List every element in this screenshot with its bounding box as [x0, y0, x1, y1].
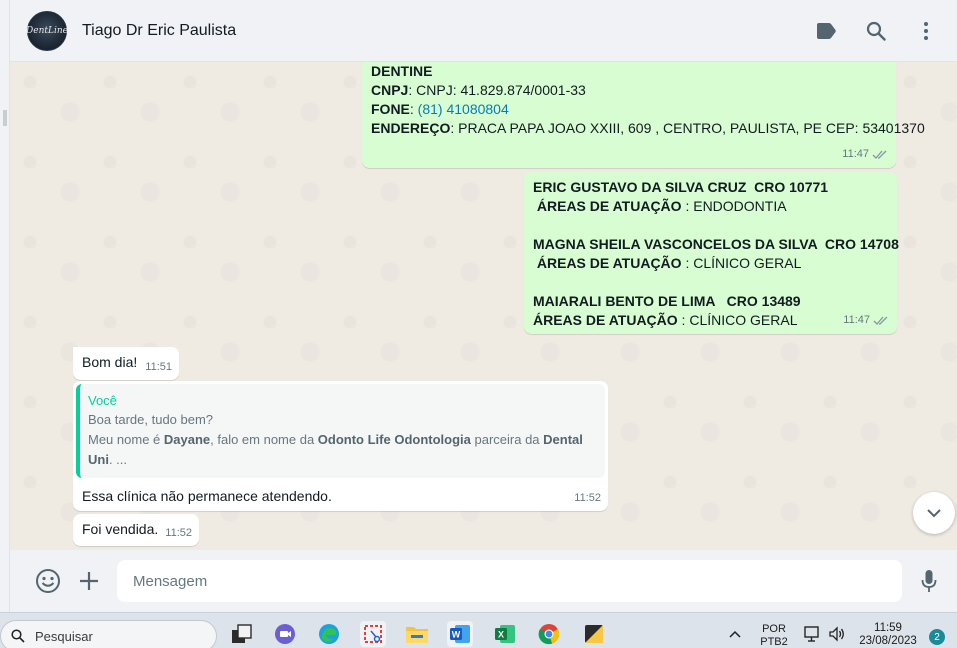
dentist-1-name: ERIC GUSTAVO DA SILVA CRUZ CRO 10771 [533, 179, 829, 195]
quote-bold: Dental [543, 432, 583, 447]
clock-date: 23/08/2023 [859, 635, 917, 647]
quote-bold: Dayane [163, 432, 211, 447]
message-bom-dia[interactable]: Bom dia! 11:51 [73, 347, 179, 380]
message-time: 11:47 [843, 314, 870, 326]
address-label: ENDEREÇO [371, 120, 451, 136]
fone-label: FONE [371, 101, 410, 117]
chat-header[interactable]: DentLine Tiago Dr Eric Paulista [10, 0, 957, 62]
excel-icon[interactable]: X [492, 621, 518, 647]
cnpj-value: : CNPJ: 41.829.874/0001-33 [408, 82, 586, 98]
quote-line-1: Boa tarde, tudo bem? [88, 412, 214, 427]
double-check-icon [872, 150, 887, 159]
quote-part: . ... [108, 452, 128, 467]
cnpj-label: CNPJ [371, 82, 409, 98]
chrome-icon[interactable] [536, 621, 562, 647]
task-view-icon[interactable] [229, 621, 255, 647]
search-icon [11, 629, 25, 643]
keyboard-layout: PTB2 [760, 636, 788, 648]
composer [10, 550, 957, 612]
microphone-icon[interactable] [915, 567, 943, 595]
svg-text:W: W [452, 630, 461, 640]
clinic-name: DENTINE [371, 63, 433, 79]
lang-code: POR [762, 623, 786, 635]
message-text: Foi vendida. [82, 521, 159, 537]
notification-badge[interactable]: 2 [929, 629, 945, 645]
network-icon[interactable] [802, 621, 824, 647]
word-icon[interactable]: W [447, 621, 473, 647]
message-clinic-info[interactable]: DENTINE CNPJ: CNPJ: 41.829.874/0001-33 F… [362, 62, 925, 168]
fone-sep: : [409, 101, 418, 117]
message-input[interactable] [117, 560, 902, 602]
message-time: 11:52 [165, 527, 192, 539]
attach-plus-icon[interactable] [75, 567, 103, 595]
edge-browser-icon[interactable] [316, 621, 342, 647]
volume-icon[interactable] [826, 621, 848, 647]
avatar[interactable]: DentLine [26, 10, 68, 51]
quote-bold: Uni [88, 452, 109, 467]
taskbar-search[interactable]: Pesquisar [0, 620, 217, 648]
input-language[interactable]: POR PTB2 [756, 623, 792, 648]
quote-author: Você [88, 393, 117, 408]
double-check-icon [873, 316, 888, 325]
emoji-icon[interactable] [34, 567, 62, 595]
contact-name[interactable]: Tiago Dr Eric Paulista [82, 22, 236, 40]
system-clock[interactable]: 11:59 23/08/2023 [852, 622, 924, 648]
message-dentist-list[interactable]: ERIC GUSTAVO DA SILVA CRUZ CRO 10771 ÁRE… [524, 172, 899, 334]
message-reply[interactable]: Você Boa tarde, tudo bem? Meu nome é Day… [73, 381, 608, 511]
teams-chat-icon[interactable] [272, 621, 298, 647]
left-panel-edge [0, 0, 10, 612]
quote-part: Meu nome é [88, 432, 164, 447]
dentist-2-area: : CLÍNICO GERAL [681, 255, 802, 271]
dentist-3-area-label: ÁREAS DE ATUAÇÃO [533, 312, 678, 328]
sticky-notes-icon[interactable] [581, 621, 607, 647]
message-time: 11:47 [842, 148, 869, 160]
scroll-marker [3, 110, 7, 126]
dentist-1-area: : ENDODONTIA [681, 198, 787, 214]
quote-bold: Odonto Life Odontologia [317, 432, 471, 447]
message-list[interactable]: DENTINE CNPJ: CNPJ: 41.829.874/0001-33 F… [10, 62, 957, 550]
dentist-1-area-label: ÁREAS DE ATUAÇÃO [533, 198, 682, 214]
address-value: : PRACA PAPA JOAO XXIII, 609 , CENTRO, P… [450, 120, 925, 136]
quote-part: parceira da [470, 432, 544, 447]
dentist-2-name: MAGNA SHEILA VASCONCELOS DA SILVA CRO 14… [533, 236, 899, 252]
chevron-up-icon[interactable] [724, 621, 746, 647]
avatar-text: DentLine [26, 25, 68, 36]
message-time: 11:51 [145, 361, 172, 373]
svg-text:X: X [498, 630, 504, 640]
chevron-down-icon [927, 509, 941, 518]
dentist-2-area-label: ÁREAS DE ATUAÇÃO [533, 255, 682, 271]
phone-link[interactable]: (81) 41080804 [418, 101, 509, 117]
message-time: 11:52 [574, 492, 601, 504]
message-text: Bom dia! [82, 354, 138, 370]
clock-time: 11:59 [874, 622, 902, 634]
dentist-3-name: MAIARALI BENTO DE LIMA CRO 13489 [533, 293, 801, 309]
search-icon[interactable] [863, 18, 889, 44]
search-label: Pesquisar [35, 628, 93, 644]
snipping-tool-icon[interactable] [360, 621, 386, 647]
dentist-3-area: : CLÍNICO GERAL [677, 312, 798, 328]
quoted-message[interactable]: Você Boa tarde, tudo bem? Meu nome é Day… [76, 384, 605, 478]
os-taskbar: Pesquisar W X POR PTB2 11:59 23/08/2023 [0, 612, 957, 648]
file-explorer-icon[interactable] [404, 621, 430, 647]
message-text: Essa clínica não permanece atendendo. [82, 488, 332, 504]
menu-icon[interactable] [913, 18, 939, 44]
quote-part: , falo em nome da [210, 432, 318, 447]
label-icon[interactable] [813, 18, 839, 44]
message-foi-vendida[interactable]: Foi vendida. 11:52 [73, 514, 199, 546]
scroll-to-bottom-button[interactable] [913, 492, 955, 534]
